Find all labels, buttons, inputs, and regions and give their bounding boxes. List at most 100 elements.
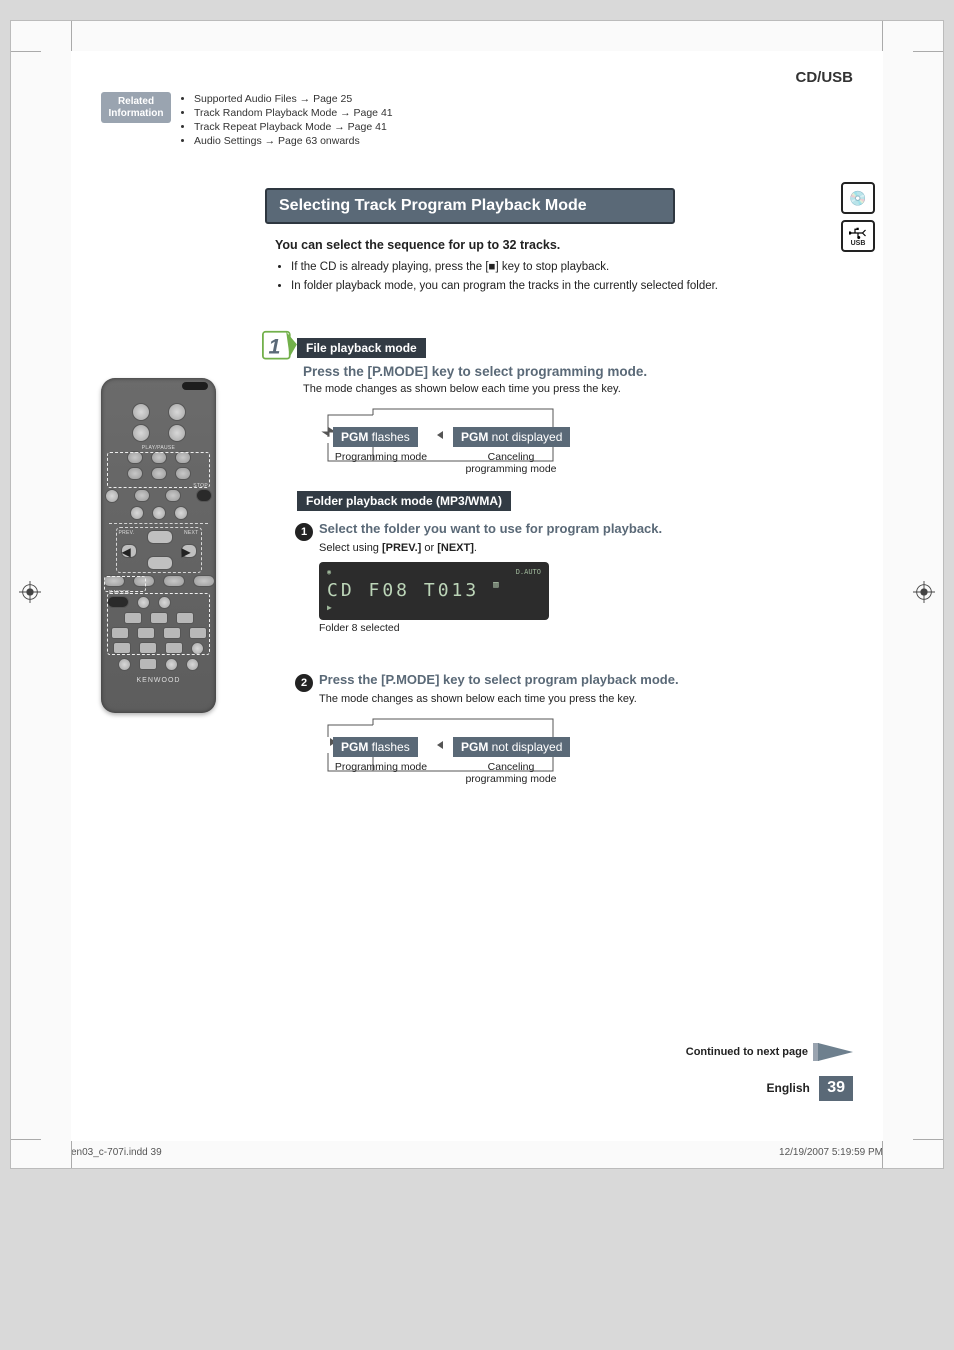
folder-mode-badge: Folder playback mode (MP3/WMA) xyxy=(297,491,511,511)
crop-mark xyxy=(71,1138,72,1168)
flow-label-programming: Programming mode xyxy=(331,451,431,463)
remote-button[interactable] xyxy=(130,506,144,520)
step-number-icon: 1 xyxy=(261,330,297,367)
page-footer: English 39 xyxy=(767,1076,853,1101)
crop-mark xyxy=(913,1139,943,1140)
remote-button[interactable] xyxy=(132,403,150,421)
related-info-badge: Related Information xyxy=(101,92,171,123)
flow-label-canceling: Cancelingprogramming mode xyxy=(451,761,571,785)
substep-2: 2 Press the [P.MODE] key to select progr… xyxy=(295,672,853,690)
remote-button[interactable] xyxy=(163,575,185,587)
remote-dpad-up[interactable] xyxy=(147,530,173,544)
flow-label-programming: Programming mode xyxy=(331,761,431,773)
header-section-label: CD/USB xyxy=(101,69,853,86)
remote-highlight-pmode xyxy=(104,576,146,592)
remote-dpad-right[interactable]: ▶ xyxy=(181,544,197,558)
pgm-notdisplayed-chip: PGM not displayed xyxy=(453,737,570,757)
remote-highlight-playpause xyxy=(107,452,210,488)
usb-glyph xyxy=(849,226,867,240)
remote-num-0[interactable] xyxy=(139,658,157,670)
remote-button[interactable] xyxy=(193,575,215,587)
crop-mark xyxy=(882,1138,883,1168)
pgm-flow-diagram-2: PGM flashes PGM not displayed Programmin… xyxy=(303,715,853,777)
remote-brand: KENWOOD xyxy=(101,677,216,684)
disc-glyph: 💿 xyxy=(849,191,866,205)
remote-button[interactable] xyxy=(118,658,131,671)
main-column: Selecting Track Program Playback Mode 💿 … xyxy=(265,188,853,781)
related-info-list: Supported Audio Files → Page 25 Track Ra… xyxy=(179,92,393,148)
remote-divider xyxy=(109,523,208,524)
registration-mark-icon xyxy=(913,581,935,603)
remote-button[interactable] xyxy=(165,489,181,502)
footer-page-number: 39 xyxy=(819,1076,853,1101)
related-item: Audio Settings → Page 63 onwards xyxy=(194,134,393,148)
substep-1-body: Select using [PREV.] or [NEXT]. xyxy=(319,542,853,554)
related-item: Track Random Playback Mode → Page 41 xyxy=(194,106,393,120)
file-mode-desc: The mode changes as shown below each tim… xyxy=(303,383,853,395)
remote-dpad-left[interactable]: ◀ xyxy=(121,544,137,558)
continued-indicator: Continued to next page xyxy=(686,1043,853,1061)
step-1: 1 File playback mode Press the [P.MODE] … xyxy=(275,338,853,777)
substep-1: 1 Select the folder you want to use for … xyxy=(295,521,853,539)
lcd-top-icons: ◉ D.AUTO xyxy=(327,568,541,576)
crop-mark xyxy=(71,21,72,51)
remote-highlight-keypad xyxy=(107,593,210,655)
print-file: en03_c-707i.indd 39 xyxy=(71,1147,162,1158)
intro-bullet: If the CD is already playing, press the … xyxy=(291,260,745,275)
pgm-flashes-chip: PGM flashes xyxy=(333,737,418,757)
related-line2: Information xyxy=(109,108,164,119)
crop-mark xyxy=(11,51,41,52)
substep-2-title: Press the [P.MODE] key to select program… xyxy=(319,672,679,687)
remote-button[interactable] xyxy=(165,658,178,671)
remote-ir-emitter xyxy=(182,382,208,390)
related-item: Track Repeat Playback Mode → Page 41 xyxy=(194,120,393,134)
crop-mark xyxy=(882,21,883,51)
lcd-caption: Folder 8 selected xyxy=(319,622,853,634)
print-metadata: en03_c-707i.indd 39 12/19/2007 5:19:59 P… xyxy=(71,1147,883,1158)
footer-language: English xyxy=(767,1081,810,1095)
intro-block: You can select the sequence for up to 32… xyxy=(275,238,745,294)
crop-mark xyxy=(913,51,943,52)
pgm-notdisplayed-chip: PGM not displayed xyxy=(453,427,570,447)
continued-text: Continued to next page xyxy=(686,1046,808,1058)
page-content: CD/USB Related Information Supported Aud… xyxy=(71,51,883,1141)
remote-button[interactable] xyxy=(168,424,186,442)
file-mode-badge: File playback mode xyxy=(297,338,426,358)
related-item: Supported Audio Files → Page 25 xyxy=(194,92,393,106)
remote-dpad-down[interactable] xyxy=(147,556,173,570)
remote-button-stop[interactable] xyxy=(196,489,212,502)
intro-bullet: In folder playback mode, you can program… xyxy=(291,279,745,294)
pgm-flow-diagram: PGM flashes PGM not displayed Programmin… xyxy=(303,405,853,467)
remote-control: PLAY/PAUSE STOP xyxy=(101,378,216,713)
circled-num-1: 1 xyxy=(295,523,313,541)
media-tabs: 💿 USB xyxy=(841,182,875,252)
substep-1-title: Select the folder you want to use for pr… xyxy=(319,521,662,536)
remote-button[interactable] xyxy=(105,489,119,503)
svg-text:1: 1 xyxy=(269,334,281,358)
related-line1: Related xyxy=(118,96,154,107)
remote-dpad: PREV. NEXT ◀ ▶ xyxy=(116,527,202,573)
remote-button[interactable] xyxy=(152,506,166,520)
pgm-flashes-chip: PGM flashes xyxy=(333,427,418,447)
lcd-dauto: D.AUTO xyxy=(516,568,541,576)
print-timestamp: 12/19/2007 5:19:59 PM xyxy=(779,1147,883,1158)
usb-icon: USB xyxy=(841,220,875,252)
disc-icon: 💿 xyxy=(841,182,875,214)
registration-mark-icon xyxy=(19,581,41,603)
remote-button[interactable] xyxy=(134,489,150,502)
lcd-disc-icon: ◉ xyxy=(327,568,331,576)
usb-label: USB xyxy=(851,240,866,247)
remote-column: PLAY/PAUSE STOP xyxy=(101,188,241,781)
section-title: Selecting Track Program Playback Mode xyxy=(265,188,675,224)
circled-num-2: 2 xyxy=(295,674,313,692)
lcd-display: ◉ D.AUTO CD F08 T013 ▥ ▶ xyxy=(319,562,549,620)
remote-button[interactable] xyxy=(132,424,150,442)
related-info-row: Related Information Supported Audio File… xyxy=(101,92,853,148)
substep-2-desc: The mode changes as shown below each tim… xyxy=(319,693,853,705)
lcd-main: CD F08 T013 ▥ xyxy=(327,580,541,601)
remote-button[interactable] xyxy=(174,506,188,520)
page-outer: CD/USB Related Information Supported Aud… xyxy=(10,20,944,1169)
intro-heading: You can select the sequence for up to 32… xyxy=(275,238,745,252)
remote-button[interactable] xyxy=(186,658,199,671)
remote-button[interactable] xyxy=(168,403,186,421)
